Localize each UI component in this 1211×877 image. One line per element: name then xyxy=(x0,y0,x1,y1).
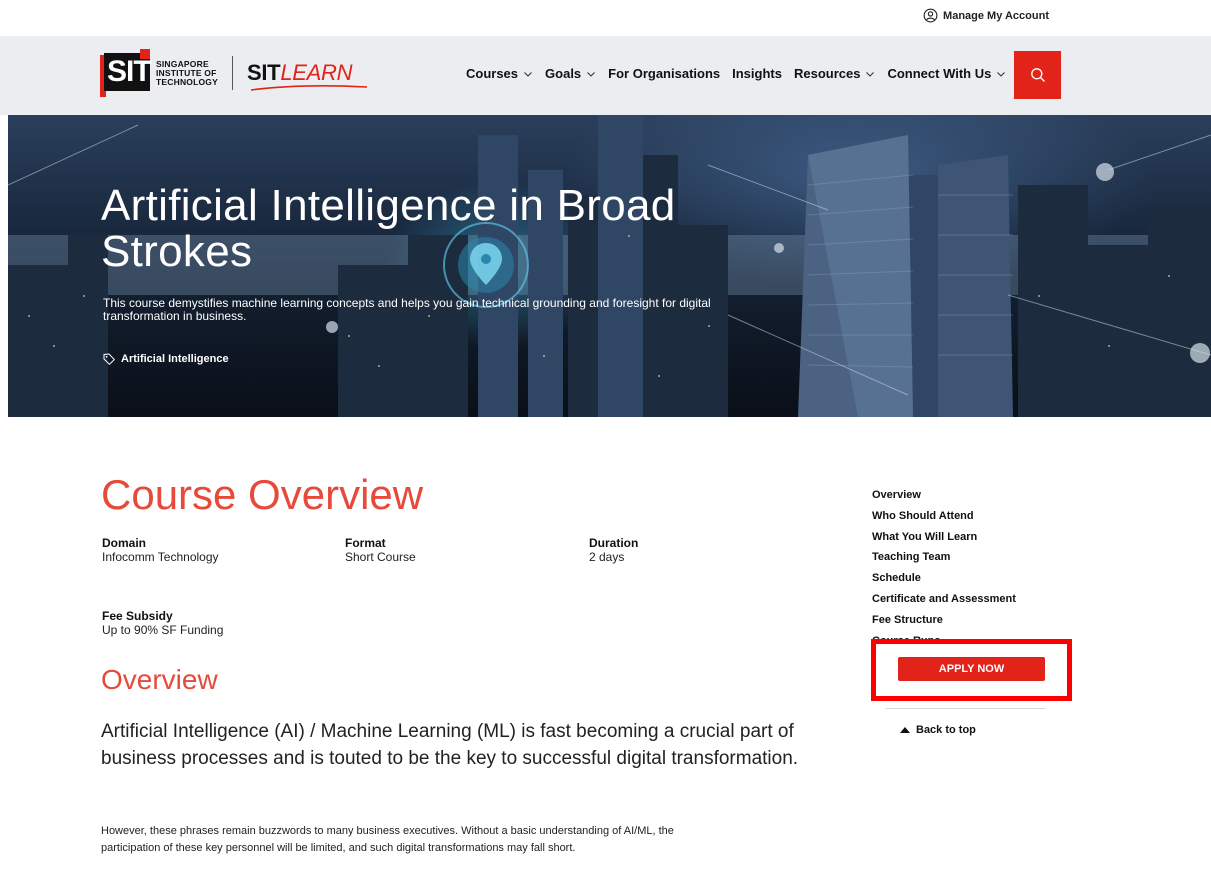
site-header: SIT SINGAPORE INSTITUTE OF TECHNOLOGY SI… xyxy=(0,36,1211,115)
overview-heading: Overview xyxy=(101,664,218,695)
meta-duration-label: Duration xyxy=(589,536,639,550)
nav-goals[interactable]: Goals xyxy=(545,66,596,81)
nav-resources[interactable]: Resources xyxy=(794,66,875,81)
caret-up-icon xyxy=(900,727,910,733)
meta-domain: Domain Infocomm Technology xyxy=(102,536,219,564)
logo-divider xyxy=(231,56,233,90)
hero-banner: Artificial Intelligence in Broad Strokes… xyxy=(8,115,1211,417)
course-tag-label: Artificial Intelligence xyxy=(121,353,229,365)
sidebar-divider xyxy=(886,708,1046,709)
course-overview-heading: Course Overview xyxy=(101,471,424,518)
sitlearn-logo: SITLEARN xyxy=(247,60,368,91)
nav-connect-with-us[interactable]: Connect With Us xyxy=(887,66,1006,81)
user-circle-icon xyxy=(923,8,938,23)
site-logo[interactable]: SIT SINGAPORE INSTITUTE OF TECHNOLOGY SI… xyxy=(100,48,368,98)
chevron-down-icon xyxy=(997,71,1006,77)
course-tag[interactable]: Artificial Intelligence xyxy=(103,353,229,365)
manage-account-link[interactable]: Manage My Account xyxy=(923,8,1049,23)
meta-domain-value: Infocomm Technology xyxy=(102,550,219,564)
meta-duration: Duration 2 days xyxy=(589,536,638,564)
chevron-down-icon xyxy=(587,71,596,77)
overview-body-paragraph: However, these phrases remain buzzwords … xyxy=(101,825,674,854)
search-button[interactable] xyxy=(1014,51,1061,99)
section-nav: Overview Who Should Attend What You Will… xyxy=(872,488,1016,642)
section-link-certificate-assessment[interactable]: Certificate and Assessment xyxy=(872,592,1016,613)
course-title: Artificial Intelligence in Broad Strokes xyxy=(101,181,676,276)
sit-logo-words: SINGAPORE INSTITUTE OF TECHNOLOGY xyxy=(156,58,218,87)
nav-for-organisations[interactable]: For Organisations xyxy=(608,66,720,81)
main-nav: Courses Goals For Organisations Insights… xyxy=(466,66,1018,81)
utility-bar: Manage My Account xyxy=(0,0,1211,36)
meta-fee-label: Fee Subsidy xyxy=(102,609,173,623)
meta-format-label: Format xyxy=(345,536,386,550)
sit-logo-mark: SIT xyxy=(100,49,152,97)
section-link-teaching-team[interactable]: Teaching Team xyxy=(872,550,1016,571)
back-to-top-label: Back to top xyxy=(916,724,976,736)
meta-fee-subsidy: Fee Subsidy Up to 90% SF Funding xyxy=(102,609,223,637)
course-description: This course demystifies machine learning… xyxy=(103,296,711,323)
meta-format: Format Short Course xyxy=(345,536,416,564)
nav-courses[interactable]: Courses xyxy=(466,66,533,81)
section-link-overview[interactable]: Overview xyxy=(872,488,1016,509)
sit-logo-text: SIT xyxy=(107,55,152,88)
manage-account-label: Manage My Account xyxy=(943,9,1049,22)
chevron-down-icon xyxy=(524,71,532,77)
back-to-top-link[interactable]: Back to top xyxy=(900,724,976,736)
search-icon xyxy=(1030,68,1045,82)
sitlearn-swoosh-icon xyxy=(250,84,368,91)
meta-duration-value: 2 days xyxy=(589,550,625,564)
meta-fee-value: Up to 90% SF Funding xyxy=(102,623,224,637)
meta-format-value: Short Course xyxy=(345,550,416,564)
nav-insights[interactable]: Insights xyxy=(732,66,782,81)
apply-now-button[interactable]: APPLY NOW xyxy=(898,657,1045,681)
overview-lead-paragraph: Artificial Intelligence (AI) / Machine L… xyxy=(101,721,799,769)
tag-icon xyxy=(103,353,115,365)
section-link-schedule[interactable]: Schedule xyxy=(872,571,1016,592)
section-link-fee-structure[interactable]: Fee Structure xyxy=(872,613,1016,634)
meta-domain-label: Domain xyxy=(102,536,147,550)
chevron-down-icon xyxy=(866,71,875,77)
section-link-who-should-attend[interactable]: Who Should Attend xyxy=(872,509,1016,530)
section-link-what-you-will-learn[interactable]: What You Will Learn xyxy=(872,530,1016,551)
